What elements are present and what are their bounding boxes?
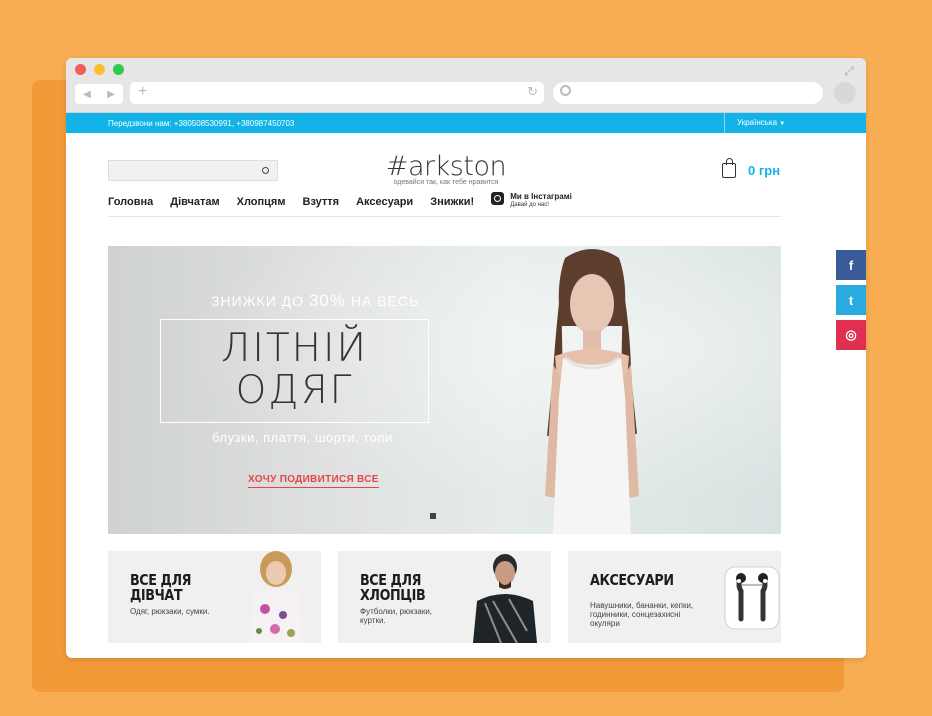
- site-header: #arkston одевайся так, как тебе нравится…: [66, 133, 866, 196]
- promo-prefix: ЗНИЖКИ ДО: [211, 293, 305, 309]
- promo-percent: 30%: [308, 291, 346, 310]
- info-bar: Передзвони нам: +380508530991, +38098745…: [66, 113, 866, 133]
- promo-suffix: НА ВЕСЬ: [350, 293, 420, 309]
- nav-item-sale[interactable]: Знижки!: [430, 196, 474, 208]
- history-buttons: ◀ ▶: [75, 84, 123, 104]
- twitter-icon: t: [848, 292, 854, 308]
- instagram-icon: ◎: [845, 327, 857, 342]
- card-description: Одяг, рюкзаки, сумки.: [130, 607, 210, 616]
- card-title: ВСЕ ДЛЯ ДІВЧАТ: [130, 571, 192, 604]
- reload-icon[interactable]: ↻: [527, 84, 538, 100]
- instagram-subtitle: Давай до нас!: [510, 202, 549, 208]
- card-title: ВСЕ ДЛЯ ХЛОПЦІВ: [360, 571, 426, 604]
- forward-arrow-icon[interactable]: ▶: [107, 89, 115, 100]
- maximize-window-button[interactable]: [113, 64, 124, 75]
- category-card-boys[interactable]: ВСЕ ДЛЯ ХЛОПЦІВ Футболки, рюкзаки, куртк…: [338, 551, 551, 643]
- category-cards: ВСЕ ДЛЯ ДІВЧАТ Одяг, рюкзаки, сумки. ВСЕ…: [108, 551, 781, 643]
- instagram-title: Ми в Інстаграмі: [510, 192, 572, 201]
- minimize-window-button[interactable]: [94, 64, 105, 75]
- browser-toolbar: ⤢ ◀ ▶ + ↻: [66, 58, 866, 113]
- hero-promo: ЗНИЖКИ ДО 30% НА ВЕСЬ: [211, 291, 419, 311]
- nav-item-accessories[interactable]: Аксесуари: [356, 196, 413, 208]
- site-logo[interactable]: #arkston одевайся так, как тебе нравится: [384, 151, 508, 187]
- main-nav: Головна Дівчатам Хлопцям Взуття Аксесуар…: [108, 192, 781, 217]
- nav-item-boys[interactable]: Хлопцям: [237, 196, 286, 208]
- model-photo: [545, 249, 639, 534]
- facebook-icon: f: [848, 257, 854, 273]
- language-selector[interactable]: Українська ▼: [724, 113, 785, 133]
- cart[interactable]: 0 грн: [722, 158, 781, 178]
- card-description: Футболки, рюкзаки, куртки.: [360, 607, 433, 625]
- shopping-bag-icon: [722, 158, 736, 178]
- language-label: Українська: [737, 118, 778, 127]
- instagram-button[interactable]: ◎: [836, 320, 866, 350]
- hero-cta-link[interactable]: ХОЧУ ПОДИВИТИСЯ ВСЕ: [248, 474, 379, 488]
- logo-tagline: одевайся так, как тебе нравится: [393, 179, 499, 186]
- girl-photo: [249, 551, 303, 643]
- headline-line-1: ЛІТНІЙ: [221, 326, 368, 371]
- nav-item-shoes[interactable]: Взуття: [303, 196, 340, 208]
- category-card-accessories[interactable]: АКСЕСУАРИ Навушники, бананки, кепки, год…: [568, 551, 781, 643]
- cart-total: 0 грн: [748, 163, 781, 178]
- close-window-button[interactable]: [75, 64, 86, 75]
- nav-item-home[interactable]: Головна: [108, 196, 153, 208]
- hero-banner: ЗНИЖКИ ДО 30% НА ВЕСЬ ЛІТНІЙ ОДЯГ блузки…: [108, 246, 781, 534]
- search-icon: [560, 85, 571, 96]
- twitter-button[interactable]: t: [836, 285, 866, 315]
- site-search-input[interactable]: [108, 160, 278, 181]
- new-tab-icon[interactable]: +: [138, 82, 147, 102]
- callback-phones: Передзвони нам: +380508530991, +38098745…: [108, 118, 295, 128]
- man-photo: [473, 554, 537, 643]
- headline-line-2: ОДЯГ: [235, 368, 354, 413]
- hero-headline: ЛІТНІЙ ОДЯГ: [160, 328, 429, 412]
- search-icon[interactable]: [262, 167, 269, 174]
- browser-menu-button[interactable]: [834, 82, 856, 104]
- earphones-photo: [724, 566, 780, 630]
- address-bar[interactable]: + ↻: [130, 82, 544, 104]
- hero-subline: блузки, плаття, шорти, топи: [212, 430, 393, 445]
- caret-down-icon: ▼: [779, 121, 786, 127]
- facebook-button[interactable]: f: [836, 250, 866, 280]
- browser-search-input[interactable]: [553, 82, 823, 104]
- instagram-link[interactable]: Ми в Інстаграмі Давай до нас!: [491, 192, 572, 209]
- nav-item-girls[interactable]: Дівчатам: [170, 196, 219, 208]
- fullscreen-icon[interactable]: ⤢: [842, 64, 856, 78]
- back-arrow-icon[interactable]: ◀: [83, 89, 91, 100]
- browser-window: ⤢ ◀ ▶ + ↻ Передзвони нам: +380508530991,…: [66, 58, 866, 658]
- category-card-girls[interactable]: ВСЕ ДЛЯ ДІВЧАТ Одяг, рюкзаки, сумки.: [108, 551, 321, 643]
- logo-text: #arkston: [385, 151, 507, 182]
- slider-indicator[interactable]: [430, 513, 436, 519]
- instagram-icon: [491, 192, 505, 205]
